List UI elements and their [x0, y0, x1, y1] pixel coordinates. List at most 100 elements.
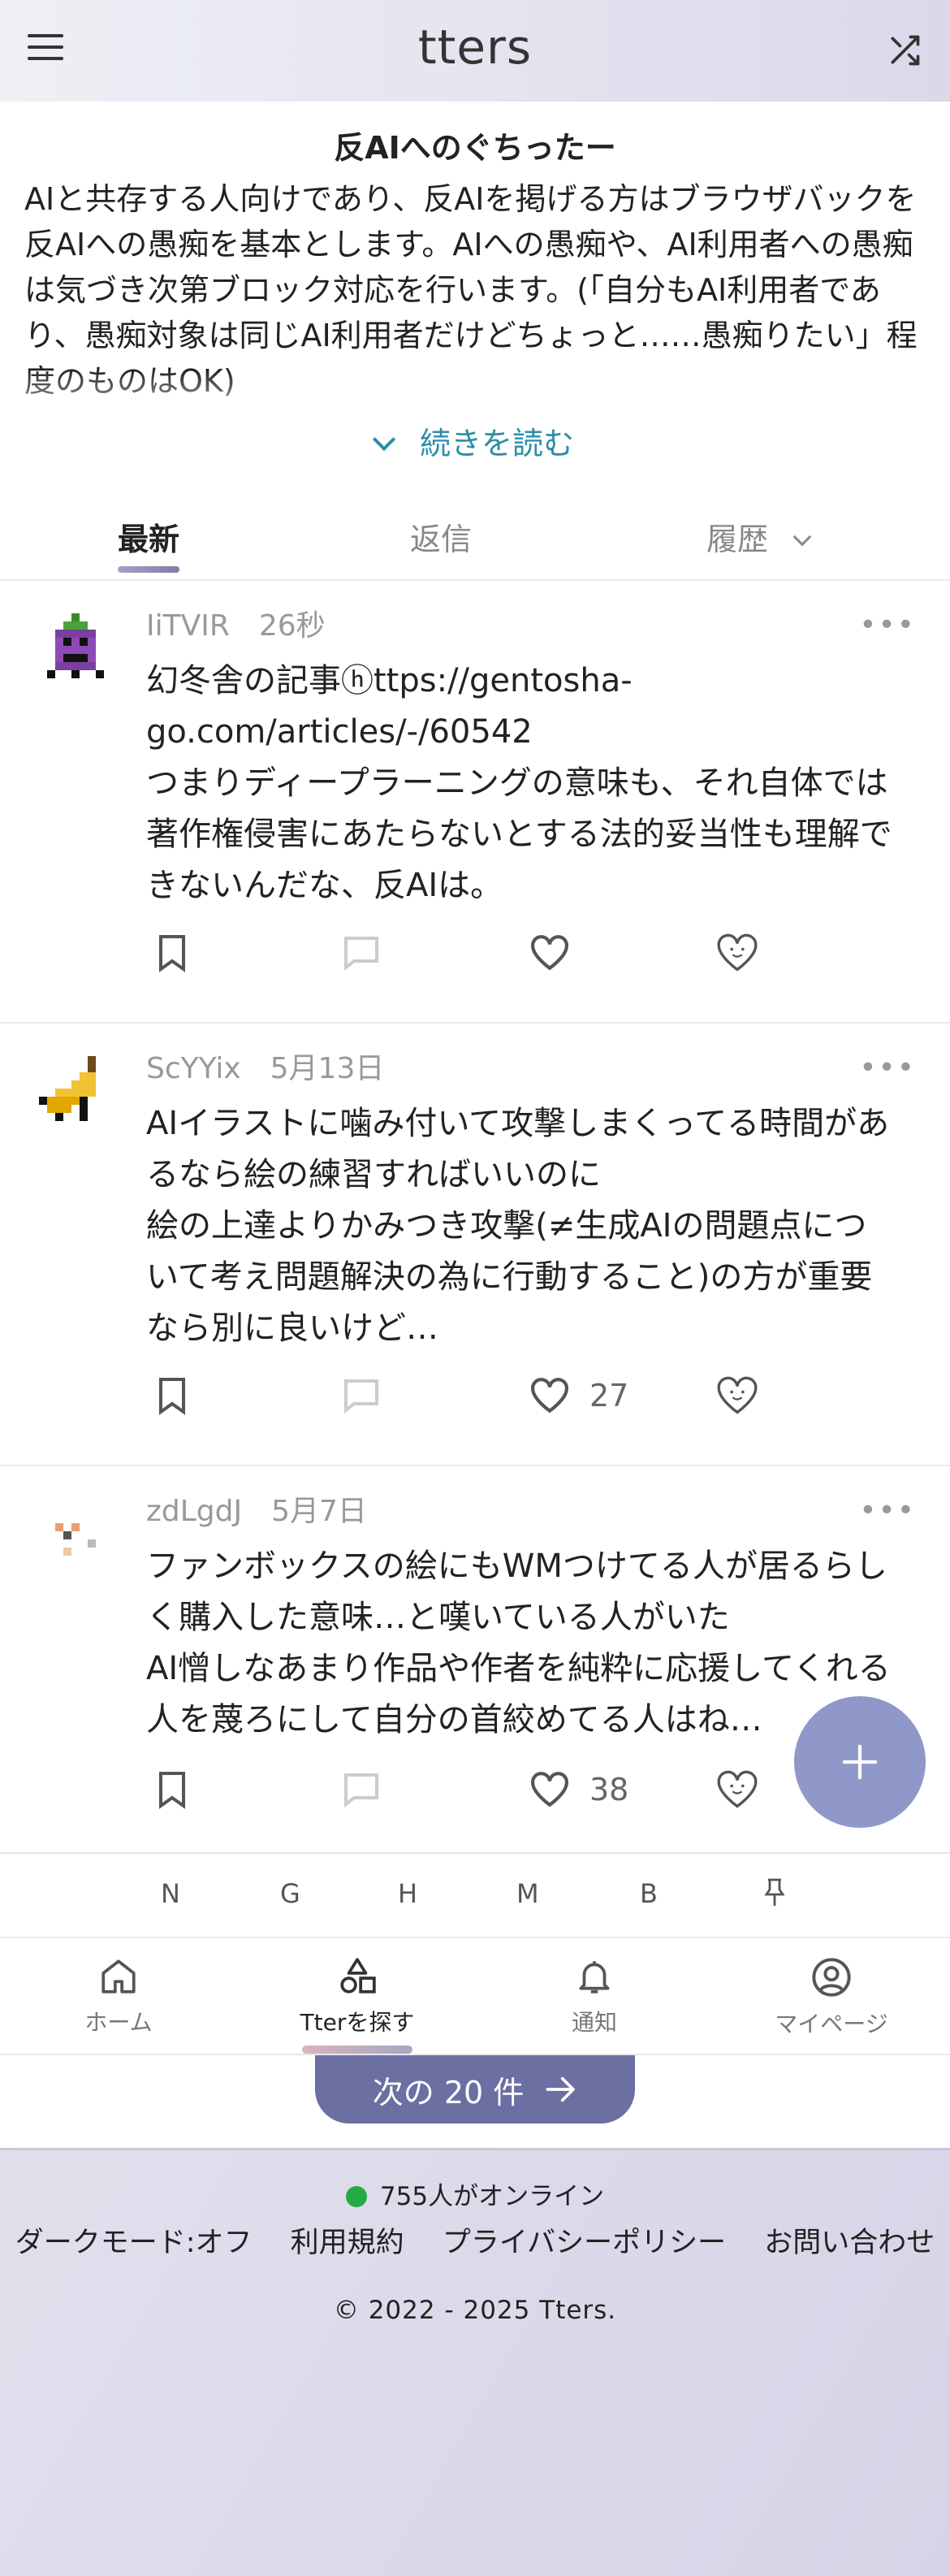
avatar[interactable] [39, 1056, 112, 1129]
post-timestamp: 5月13日 [270, 1052, 385, 1085]
online-count: 755人がオンライン [379, 2182, 605, 2211]
dark-mode-toggle[interactable]: ダークモード:オフ [15, 2227, 253, 2259]
board-description: AIと共存する人向けであり、反AIを掲げる方はブラウザバックを 反AIへの愚痴を… [24, 176, 926, 517]
quick-key[interactable]: H [398, 1878, 417, 1909]
quick-key[interactable]: M [516, 1878, 539, 1909]
post-actions [146, 929, 877, 977]
post-body: ファンボックスの絵にもWMつけてる人が居るらしく購入した意味…と嘆いている人がい… [146, 1541, 893, 1744]
copyright: © 2022 - 2025 Tters. [333, 2296, 617, 2325]
next-page-button[interactable]: 次の 20 件 [315, 2055, 635, 2124]
nav-explore-label: Tterを探す [300, 2009, 415, 2036]
nav-notifications-label: 通知 [571, 2009, 617, 2036]
online-status: 755人がオンライン [0, 2176, 950, 2212]
post-text-line: つまりディープラーニングの意味も、それ自体では著作権侵害にあたらないとする法的妥… [146, 764, 892, 899]
footer-divider [0, 2148, 950, 2150]
heart-icon [531, 1378, 568, 1414]
reply-button[interactable] [341, 1371, 380, 1420]
like-button[interactable] [529, 929, 589, 977]
post-meta: zdLgdJ 5月7日 [146, 1487, 367, 1530]
reaction-button[interactable] [715, 929, 760, 977]
bookmark-button[interactable] [156, 1765, 188, 1814]
chevron-down-icon [792, 527, 812, 547]
heart-icon [531, 1772, 568, 1808]
nav-explore[interactable]: Tterを探す [252, 1956, 463, 2037]
more-options-icon[interactable]: ••• [859, 1494, 916, 1527]
shuffle-icon[interactable] [887, 32, 922, 68]
avatar[interactable] [39, 1499, 112, 1572]
post-username[interactable]: IiTVIR [146, 609, 230, 643]
feed-tabs: 最新 返信 履歴 [0, 491, 950, 581]
post-username[interactable]: ScYYix [146, 1052, 241, 1085]
terms-link[interactable]: 利用規約 [291, 2227, 404, 2259]
post-body: 幻冬舎の記事ⓗttps://gentosha-go.com/articles/-… [146, 656, 893, 899]
heart-face-icon [717, 1376, 758, 1414]
post-text-line: AIイラストに噛み付いて攻撃しまくってる時間があるなら絵の練習すればいいのに [146, 1105, 890, 1193]
like-count: 27 [589, 1378, 629, 1414]
bookmark-button[interactable] [156, 1371, 188, 1420]
main-content: 反AIへのぐちったー AIと共存する人向けであり、反AIを掲げる方はブラウザバッ… [0, 102, 950, 2149]
more-options-icon[interactable]: ••• [859, 608, 916, 642]
bookmark-icon [159, 1378, 185, 1415]
privacy-link[interactable]: プライバシーポリシー [443, 2227, 726, 2259]
like-count: 38 [589, 1772, 629, 1808]
like-button[interactable]: 38 [529, 1765, 628, 1814]
footer-links: ダークモード:オフ 利用規約 プライバシーポリシー お問い合わせ [0, 2219, 950, 2261]
comment-icon [344, 1379, 378, 1414]
contact-link[interactable]: お問い合わせ [764, 2227, 935, 2259]
active-tab-indicator [118, 566, 179, 573]
comment-icon [344, 937, 378, 971]
post-item[interactable]: ScYYix 5月13日 ••• AIイラストに噛み付いて攻撃しまくってる時間があ… [0, 1024, 950, 1466]
reply-button[interactable] [341, 1765, 380, 1814]
tab-latest[interactable]: 最新 [118, 514, 179, 559]
post-text-line: 幻冬舎の記事ⓗttps://gentosha-go.com/articles/-… [146, 662, 633, 751]
avatar[interactable] [39, 613, 112, 686]
shapes-icon [340, 1958, 376, 1994]
bookmark-button[interactable] [156, 929, 188, 977]
nav-mypage[interactable]: マイページ [726, 1956, 937, 2039]
active-nav-indicator [302, 2046, 412, 2054]
read-more-label: 続きを読む [419, 426, 574, 461]
board-description-line: AIと共存する人向けであり、反AIを掲げる方はブラウザバックを [24, 181, 917, 217]
post-body: AIイラストに噛み付いて攻撃しまくってる時間があるなら絵の練習すればいいのに 絵… [146, 1098, 893, 1358]
heart-icon [531, 935, 568, 971]
nav-notifications[interactable]: 通知 [489, 1956, 700, 2037]
tab-history[interactable]: 履歴 [706, 514, 812, 559]
tab-replies[interactable]: 返信 [410, 514, 472, 559]
reaction-button[interactable] [715, 1765, 760, 1814]
post-meta: ScYYix 5月13日 [146, 1045, 384, 1087]
reply-button[interactable] [341, 929, 380, 977]
quick-key[interactable]: G [280, 1878, 300, 1909]
post-item[interactable]: IiTVIR 26秒 ••• 幻冬舎の記事ⓗttps://gentosha-go.… [0, 581, 950, 1024]
more-options-icon[interactable]: ••• [859, 1051, 916, 1085]
app-logo[interactable]: tters [0, 19, 950, 75]
arrow-right-icon [546, 2076, 576, 2102]
post-text-line: ファンボックスの絵にもWMつけてる人が居るらしく購入した意味…と嘆いている人がい… [146, 1548, 887, 1636]
post-timestamp: 5月7日 [271, 1495, 367, 1528]
heart-face-icon [717, 933, 758, 972]
bottom-navigation: ホーム Tterを探す 通知 マイページ [0, 1937, 950, 2055]
user-circle-icon [812, 1958, 851, 1997]
app-header: tters [0, 0, 950, 102]
quick-key[interactable]: B [640, 1878, 658, 1909]
new-post-button[interactable] [794, 1696, 926, 1828]
comment-icon [344, 1773, 378, 1808]
tab-history-label: 履歴 [706, 522, 769, 557]
like-button[interactable]: 27 [529, 1371, 628, 1420]
post-text-line: AI憎しなあまり作品や作者を純粋に応援してくれる人を蔑ろにして自分の首絞めてる人… [146, 1650, 891, 1738]
chevron-down-icon [372, 427, 396, 452]
nav-mypage-label: マイページ [775, 2011, 888, 2037]
post-username[interactable]: zdLgdJ [146, 1495, 242, 1528]
quick-key[interactable]: N [161, 1878, 180, 1909]
post-meta: IiTVIR 26秒 [146, 602, 326, 644]
post-timestamp: 26秒 [258, 609, 326, 643]
post-actions: 27 [146, 1371, 877, 1420]
read-more-link[interactable]: 続きを読む [0, 418, 950, 463]
bookmark-icon [159, 1772, 185, 1809]
plus-icon [842, 1744, 878, 1780]
pin-icon[interactable] [762, 1878, 788, 1907]
nav-home[interactable]: ホーム [13, 1956, 224, 2037]
next-page-label: 次の 20 件 [372, 2074, 525, 2111]
home-icon [101, 1959, 136, 1994]
reaction-button[interactable] [715, 1371, 760, 1420]
bell-icon [579, 1961, 610, 1994]
